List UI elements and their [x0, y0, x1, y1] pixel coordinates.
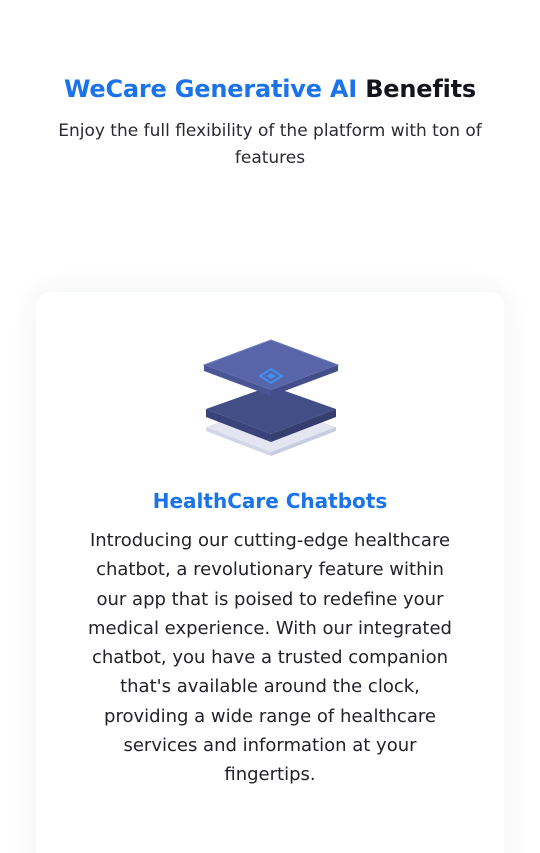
layered-stack-icon [202, 338, 340, 458]
benefits-page: WeCare Generative AI Benefits Enjoy the … [0, 0, 540, 853]
benefits-heading-rest: Benefits [365, 75, 476, 103]
benefits-heading: WeCare Generative AI Benefits [0, 72, 540, 106]
feature-card-healthcare-chatbots: HealthCare Chatbots Introducing our cutt… [36, 292, 504, 853]
benefits-heading-accent: WeCare Generative AI [64, 75, 358, 103]
benefits-subtitle: Enjoy the full flexibility of the platfo… [58, 121, 482, 168]
feature-card-title: HealthCare Chatbots [152, 489, 388, 513]
feature-card-description: Introducing our cutting-edge healthcare … [88, 530, 452, 786]
